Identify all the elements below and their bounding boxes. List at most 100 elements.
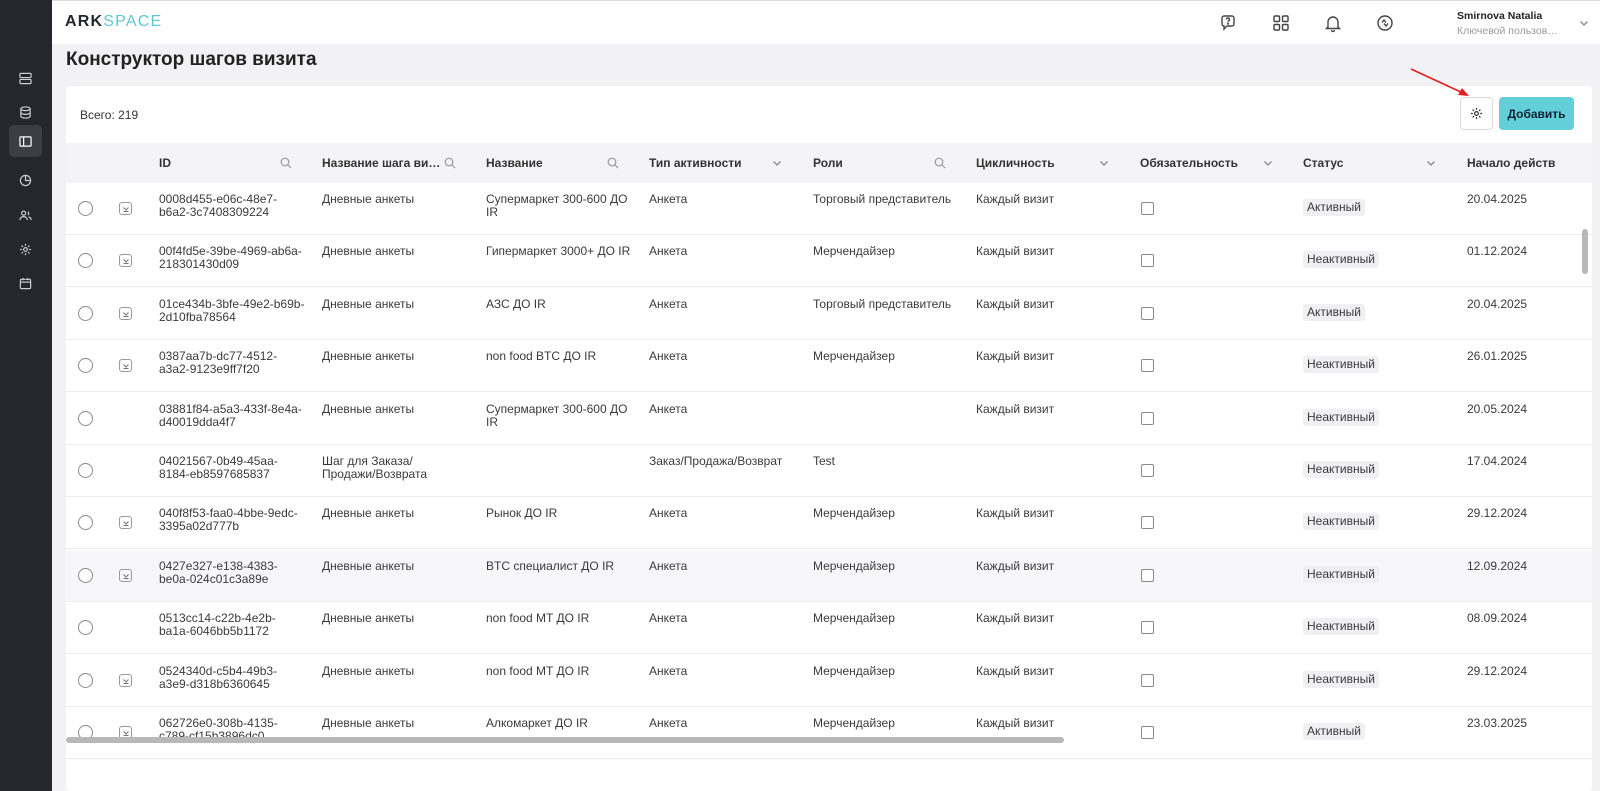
chevron-down-icon: [123, 731, 129, 737]
expand-row-button[interactable]: [119, 202, 132, 215]
table-row[interactable]: 0427e327-e138-4383- be0a-024c01c3a89e Днев…: [66, 549, 1592, 602]
table-row[interactable]: 03881f84-a5a3-433f-8e4a-d40019dda4f7 Днев…: [66, 392, 1592, 445]
expand-row-button[interactable]: [119, 359, 132, 373]
expand-row-button[interactable]: [119, 254, 132, 268]
table-row[interactable]: 0008d455-e06c-48e7- b6a2-3c7408309224 Днев…: [66, 183, 1592, 235]
cell-start-date: 17.04.2024: [1467, 454, 1528, 468]
add-button[interactable]: Добавить: [1499, 97, 1574, 130]
row-select-radio[interactable]: [78, 672, 93, 688]
table-row[interactable]: 040f8f53-faa0-4bbe-9edc- 3395a02d777b Днев…: [66, 497, 1592, 550]
cell-step-name: Дневные анкеты: [322, 349, 415, 364]
users-icon: [19, 210, 32, 220]
cell-role: Мерчендайзер: [813, 663, 895, 678]
column-header-start[interactable]: Начало действ: [1467, 143, 1555, 183]
cell-start-date: 20.04.2025: [1467, 296, 1528, 311]
required-checkbox[interactable]: [1141, 568, 1154, 582]
server-icon: [19, 72, 32, 84]
required-checkbox[interactable]: [1141, 726, 1154, 739]
sidebar-item-calendar[interactable]: [9, 267, 42, 299]
sidebar-item-constructor[interactable]: [9, 125, 42, 157]
chat-help-icon[interactable]: [1219, 13, 1239, 33]
cell-step-name: Дневные анкеты: [322, 611, 415, 626]
row-select-radio[interactable]: [78, 358, 93, 374]
cell-step-name: Дневные анкеты: [322, 558, 415, 573]
expand-row-button[interactable]: [119, 516, 132, 530]
cell-name: Алкомаркет ДО IR: [486, 716, 588, 730]
row-select-radio[interactable]: [78, 253, 93, 269]
logo[interactable]: ARKSPACE: [65, 13, 162, 31]
column-header-cyclicity[interactable]: Цикличность: [976, 143, 1055, 183]
search-icon[interactable]: [607, 157, 619, 169]
required-checkbox[interactable]: [1141, 621, 1154, 635]
column-header-required[interactable]: Обязательность: [1140, 143, 1238, 183]
table-row[interactable]: 01ce434b-3bfe-49e2-b69b- 2d10fba78564 Днев…: [66, 287, 1592, 340]
cell-role: Test: [813, 454, 836, 468]
required-checkbox[interactable]: [1141, 411, 1154, 425]
required-checkbox[interactable]: [1141, 516, 1154, 530]
cell-role: Мерчендайзер: [813, 506, 895, 521]
required-checkbox[interactable]: [1141, 359, 1154, 373]
row-select-radio[interactable]: [78, 567, 93, 583]
status-badge: Неактивный: [1303, 356, 1379, 374]
cell-role: Мерчендайзер: [813, 716, 895, 730]
sidebar-item-database[interactable]: [9, 96, 42, 128]
table-row[interactable]: 0387aa7b-dc77-4512- a3a2-9123e9ff7f20 Днев…: [66, 340, 1592, 393]
table-row[interactable]: 062726e0-308b-4135- c789-cf15b3896dc0 Днев…: [66, 707, 1592, 759]
expand-row-button[interactable]: [119, 673, 132, 687]
row-select-radio[interactable]: [78, 515, 93, 531]
status-badge: Активный: [1303, 199, 1365, 216]
sidebar-item-servers[interactable]: [9, 62, 42, 94]
cell-activity-type: Заказ/Продажа/Возврат: [649, 454, 783, 468]
column-header-status[interactable]: Статус: [1303, 143, 1343, 183]
status-badge: Активный: [1303, 723, 1365, 740]
status-badge: Неактивный: [1303, 461, 1379, 478]
user-menu[interactable]: Smirnova Natalia Ключевой пользов…: [1457, 10, 1558, 37]
column-header-name[interactable]: Название: [486, 143, 543, 183]
search-icon[interactable]: [280, 157, 292, 169]
cell-cyclicity: Каждый визит: [976, 506, 1055, 521]
cell-role: Торговый представитель: [813, 192, 952, 206]
chevron-down-icon[interactable]: [1098, 157, 1110, 169]
column-header-roles[interactable]: Роли: [813, 143, 843, 183]
sidebar-item-users[interactable]: [9, 199, 42, 231]
required-checkbox[interactable]: [1141, 306, 1154, 320]
column-header-step-name[interactable]: Название шага ви…: [322, 143, 440, 183]
table-row[interactable]: 04021567-0b49-45aa- 8184-eb8597685837 Шаг …: [66, 445, 1592, 497]
vertical-scrollbar[interactable]: [1582, 229, 1588, 274]
apps-grid-icon[interactable]: [1271, 13, 1291, 33]
cell-cyclicity: Каждый визит: [976, 401, 1055, 416]
cell-name: non food BTC ДО IR: [486, 349, 597, 364]
chevron-down-icon[interactable]: [1425, 157, 1437, 169]
row-select-radio[interactable]: [78, 305, 93, 321]
search-icon[interactable]: [444, 157, 456, 169]
cell-id: 0524340d-c5b4-49b3- a3e9-d318b6360645: [159, 663, 278, 691]
row-select-radio[interactable]: [78, 410, 93, 426]
bell-icon[interactable]: [1323, 13, 1343, 33]
sidebar-item-settings[interactable]: [9, 233, 42, 265]
table-row[interactable]: 00f4fd5e-39be-4969-ab6a- 218301430d09 Днев…: [66, 235, 1592, 288]
expand-row-button[interactable]: [119, 306, 132, 320]
expand-row-button[interactable]: [119, 568, 132, 582]
cell-activity-type: Анкета: [649, 401, 688, 416]
search-icon[interactable]: [934, 157, 946, 169]
row-select-radio[interactable]: [78, 620, 93, 636]
required-checkbox[interactable]: [1141, 254, 1154, 268]
total-count: Всего: 219: [80, 108, 139, 122]
required-checkbox[interactable]: [1141, 673, 1154, 687]
chevron-down-icon[interactable]: [1262, 157, 1274, 169]
chevron-down-icon[interactable]: [1578, 17, 1590, 29]
horizontal-scrollbar[interactable]: [66, 737, 1064, 743]
row-select-radio[interactable]: [78, 201, 93, 216]
sidebar-item-reports[interactable]: [9, 164, 42, 196]
cell-id: 040f8f53-faa0-4bbe-9edc- 3395a02d777b: [159, 506, 298, 534]
table-row[interactable]: 0524340d-c5b4-49b3- a3e9-d318b6360645 Днев…: [66, 654, 1592, 707]
sync-icon[interactable]: [1375, 13, 1395, 33]
row-select-radio[interactable]: [78, 463, 93, 478]
column-header-id[interactable]: ID: [159, 143, 171, 183]
cell-id: 01ce434b-3bfe-49e2-b69b- 2d10fba78564: [159, 296, 305, 324]
table-row[interactable]: 0513cc14-c22b-4e2b-ba1a-6046bb5b1172 Днев…: [66, 602, 1592, 655]
column-header-activity-type[interactable]: Тип активности: [649, 143, 742, 183]
required-checkbox[interactable]: [1141, 202, 1154, 215]
required-checkbox[interactable]: [1141, 464, 1154, 477]
chevron-down-icon[interactable]: [771, 157, 783, 169]
